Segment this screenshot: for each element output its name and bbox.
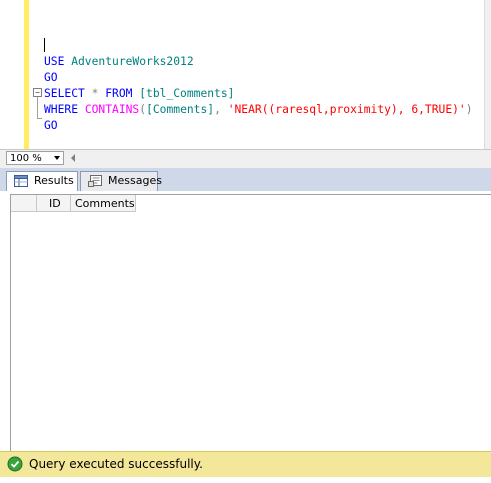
code-line[interactable]: SELECT * FROM [tbl_Comments]	[44, 86, 473, 102]
grid-corner-cell[interactable]	[11, 195, 37, 212]
zoom-value: 100 %	[10, 153, 42, 164]
collapse-region-icon[interactable]: −	[33, 88, 42, 97]
code-token: GO	[44, 71, 58, 84]
code-token: AdventureWorks2012	[64, 55, 194, 68]
column-header-id[interactable]: ID	[37, 195, 71, 212]
code-token: FROM	[105, 87, 133, 100]
code-token: ,	[214, 103, 228, 116]
editor-vertical-scrollbar[interactable]	[484, 0, 491, 149]
code-token: *	[84, 87, 106, 100]
status-message: Query executed successfully.	[29, 457, 203, 471]
code-token: 'NEAR((raresql,proximity), 6,TRUE)'	[227, 103, 466, 116]
code-token: GO	[44, 119, 58, 132]
code-token: [Comments]	[146, 103, 215, 116]
results-tabstrip: Results Messages	[0, 168, 491, 192]
query-editor[interactable]: − USE AdventureWorks2012 GO SELECT * FROM …	[0, 0, 491, 149]
code-line[interactable]: USE AdventureWorks2012	[44, 54, 473, 70]
query-status-bar: Query executed successfully.	[0, 451, 491, 477]
outline-guide	[37, 97, 38, 119]
grid-icon	[14, 175, 28, 187]
code-line[interactable]: GO	[44, 118, 473, 134]
success-check-icon	[7, 456, 23, 472]
code-token: SELECT	[44, 87, 85, 100]
scroll-left-icon[interactable]	[71, 154, 75, 162]
editor-gutter	[0, 0, 24, 149]
tab-results-label: Results	[34, 174, 74, 187]
sql-code[interactable]: USE AdventureWorks2012 GO SELECT * FROM [t…	[44, 54, 473, 134]
zoom-select[interactable]: 100 %	[6, 151, 64, 165]
outline-guide-end	[37, 118, 42, 119]
results-grid[interactable]: ID Comments	[10, 194, 491, 451]
code-line[interactable]: WHERE CONTAINS([Comments], 'NEAR((raresq…	[44, 102, 473, 118]
grid-header-row: ID Comments	[11, 195, 136, 212]
zoom-bar: 100 %	[0, 149, 491, 169]
code-token: )	[465, 103, 473, 116]
tab-messages-label: Messages	[108, 174, 162, 187]
tab-results[interactable]: Results	[6, 171, 78, 192]
text-cursor	[44, 38, 45, 52]
code-token: CONTAINS	[84, 103, 140, 116]
messages-icon	[88, 175, 102, 187]
code-token: WHERE	[44, 103, 79, 116]
results-pane: ID Comments	[0, 191, 491, 451]
bottom-edge	[0, 477, 491, 483]
chevron-down-icon	[54, 156, 60, 160]
code-token: [tbl_Comments]	[132, 87, 235, 100]
change-tracking-margin	[24, 0, 29, 149]
tab-messages[interactable]: Messages	[80, 171, 162, 191]
column-header-comments[interactable]: Comments	[71, 195, 136, 212]
code-line[interactable]: GO	[44, 70, 473, 86]
code-token: USE	[44, 55, 65, 68]
